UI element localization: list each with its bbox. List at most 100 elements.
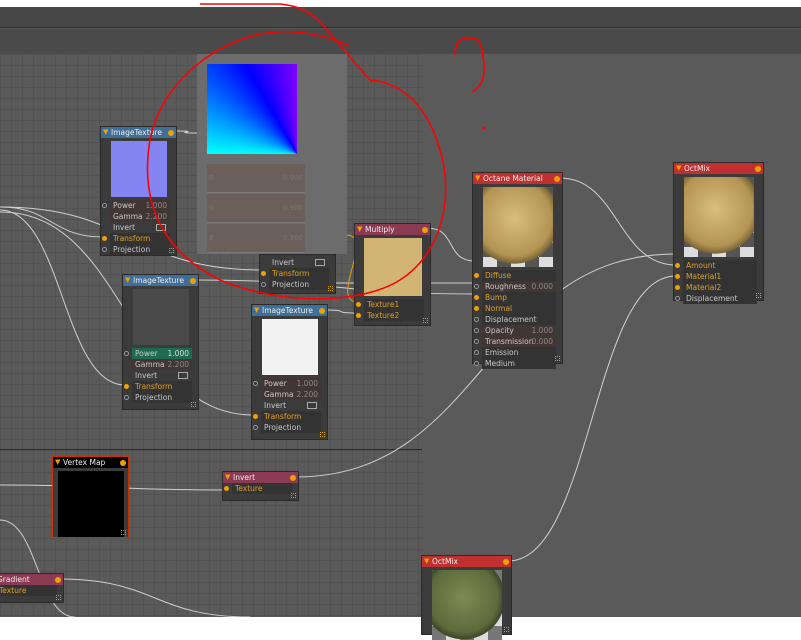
unconnected-socket-icon[interactable] (124, 395, 129, 400)
input-socket-icon[interactable] (474, 295, 479, 300)
g-value[interactable]: 0.900 (283, 204, 303, 212)
resize-handle-icon[interactable] (121, 530, 126, 535)
port-amount[interactable]: Amount (675, 260, 757, 271)
unconnected-socket-icon[interactable] (474, 361, 479, 366)
resize-handle-icon[interactable] (423, 318, 428, 323)
node-header[interactable]: ▼ ImageTexture (123, 275, 198, 286)
node-img2[interactable]: ▼ ImageTexture Power 1.000 Gamma 2.200 Invert T… (122, 274, 199, 410)
node-header[interactable]: ▼ Multiply (355, 224, 430, 235)
color-wheel[interactable] (207, 64, 297, 154)
node-header[interactable]: ▼ ImageTexture (101, 127, 176, 138)
port-invert[interactable]: Invert (132, 370, 192, 381)
port-power[interactable]: Power 1.000 (253, 378, 321, 389)
port-opacity[interactable]: Opacity 1.000 (474, 325, 556, 336)
b-value[interactable]: 0.900 (283, 234, 303, 242)
collapse-triangle-icon[interactable]: ▼ (254, 305, 259, 316)
color-picker-popup[interactable]: R 0.900 G 0.900 B 0.900 (197, 54, 347, 254)
output-socket[interactable] (120, 460, 126, 466)
collapse-triangle-icon[interactable]: ▼ (475, 173, 480, 184)
port-power[interactable]: Power 1.000 (124, 348, 192, 359)
port-transmission[interactable]: Transmission 0.000 (474, 336, 556, 347)
wire[interactable] (175, 130, 198, 134)
input-socket-icon[interactable] (356, 313, 361, 318)
port-texture[interactable]: Texture (0, 585, 57, 596)
port-texture1[interactable]: Texture1 (356, 299, 424, 310)
unconnected-socket-icon[interactable] (474, 328, 479, 333)
node-octmix[interactable]: ▼ OctMix Amount Material1 Material2 Displacem… (673, 162, 764, 304)
output-socket[interactable] (168, 130, 174, 136)
unconnected-socket-icon[interactable] (675, 296, 680, 301)
unconnected-socket-icon[interactable] (474, 284, 479, 289)
wire[interactable] (559, 177, 677, 266)
port-emission[interactable]: Emission (474, 347, 556, 358)
node-header[interactable]: ▼ ImageTexture (252, 305, 327, 316)
port-projection[interactable]: Projection (253, 422, 321, 433)
port-power[interactable]: Power 1.000 (102, 200, 170, 211)
unconnected-socket-icon[interactable] (474, 317, 479, 322)
resize-handle-icon[interactable] (504, 627, 509, 632)
resize-handle-icon[interactable] (320, 432, 325, 437)
wire[interactable] (0, 206, 104, 238)
port-texture2[interactable]: Texture2 (356, 310, 424, 321)
port-value[interactable]: 0.000 (532, 281, 553, 292)
port-value[interactable]: 1.000 (297, 378, 318, 389)
input-socket-icon[interactable] (474, 273, 479, 278)
port-value[interactable]: 1.000 (146, 200, 167, 211)
port-invert[interactable]: Invert (110, 222, 170, 233)
wire[interactable] (59, 578, 251, 617)
node-header[interactable]: ▼ OctMix (422, 556, 511, 567)
resize-handle-icon[interactable] (291, 493, 296, 498)
port-material1[interactable]: Material1 (675, 271, 757, 282)
port-value[interactable]: 1.000 (532, 325, 553, 336)
node-header[interactable]: ▼ Octane Material (473, 173, 562, 184)
color-row-b[interactable]: B 0.900 (207, 224, 305, 253)
output-socket[interactable] (755, 166, 761, 172)
input-socket-icon[interactable] (675, 263, 680, 268)
port-displacement[interactable]: Displacement (474, 314, 556, 325)
input-socket-icon[interactable] (356, 302, 361, 307)
port-medium[interactable]: Medium (474, 358, 556, 369)
node-hidden[interactable]: Invert Transform Projection (259, 254, 336, 294)
input-socket-icon[interactable] (261, 271, 266, 276)
port-bump[interactable]: Bump (474, 292, 556, 303)
collapse-triangle-icon[interactable]: ▼ (225, 472, 230, 483)
unconnected-socket-icon[interactable] (124, 351, 129, 356)
wire[interactable] (323, 309, 359, 314)
port-projection[interactable]: Projection (102, 244, 170, 255)
unconnected-socket-icon[interactable] (102, 203, 107, 208)
wire[interactable] (426, 227, 476, 262)
input-socket-icon[interactable] (102, 236, 107, 241)
port-material2[interactable]: Material2 (675, 282, 757, 293)
resize-handle-icon[interactable] (191, 402, 196, 407)
resize-handle-icon[interactable] (169, 248, 174, 253)
port-transform[interactable]: Transform (102, 233, 170, 244)
port-roughness[interactable]: Roughness 0.000 (474, 281, 556, 292)
color-row-g[interactable]: G 0.900 (207, 194, 305, 223)
output-socket[interactable] (422, 227, 428, 233)
color-row-r[interactable]: R 0.900 (207, 164, 305, 193)
resize-handle-icon[interactable] (56, 595, 61, 600)
output-socket[interactable] (55, 577, 61, 583)
node-vertex[interactable]: ▼ Vertex Map (52, 456, 129, 538)
output-socket[interactable] (503, 559, 509, 565)
node-header[interactable]: ▼Gradient (0, 574, 63, 585)
invert-checkbox[interactable] (156, 224, 166, 231)
port-normal[interactable]: Normal (474, 303, 556, 314)
input-socket-icon[interactable] (675, 274, 680, 279)
port-value[interactable]: 2.200 (297, 389, 318, 400)
port-value[interactable]: 2.200 (168, 359, 189, 370)
invert-checkbox[interactable] (307, 402, 317, 409)
resize-handle-icon[interactable] (756, 293, 761, 298)
unconnected-socket-icon[interactable] (253, 425, 258, 430)
port-transform[interactable]: Transform (124, 381, 192, 392)
input-socket-icon[interactable] (675, 285, 680, 290)
node-octane[interactable]: ▼ Octane Material Diffuse Roughness 0.000 Bum… (472, 172, 563, 369)
node-invert[interactable]: ▼ Invert Texture (222, 471, 299, 501)
port-displacement[interactable]: Displacement (675, 293, 757, 304)
node-img1[interactable]: ▼ ImageTexture Power 1.000 Gamma 2.200 Invert T… (100, 126, 177, 256)
unconnected-socket-icon[interactable] (261, 282, 266, 287)
output-socket[interactable] (554, 176, 560, 182)
resize-handle-icon[interactable] (555, 356, 560, 361)
node-header[interactable]: ▼ Invert (223, 472, 298, 483)
collapse-triangle-icon[interactable]: ▼ (357, 224, 362, 235)
